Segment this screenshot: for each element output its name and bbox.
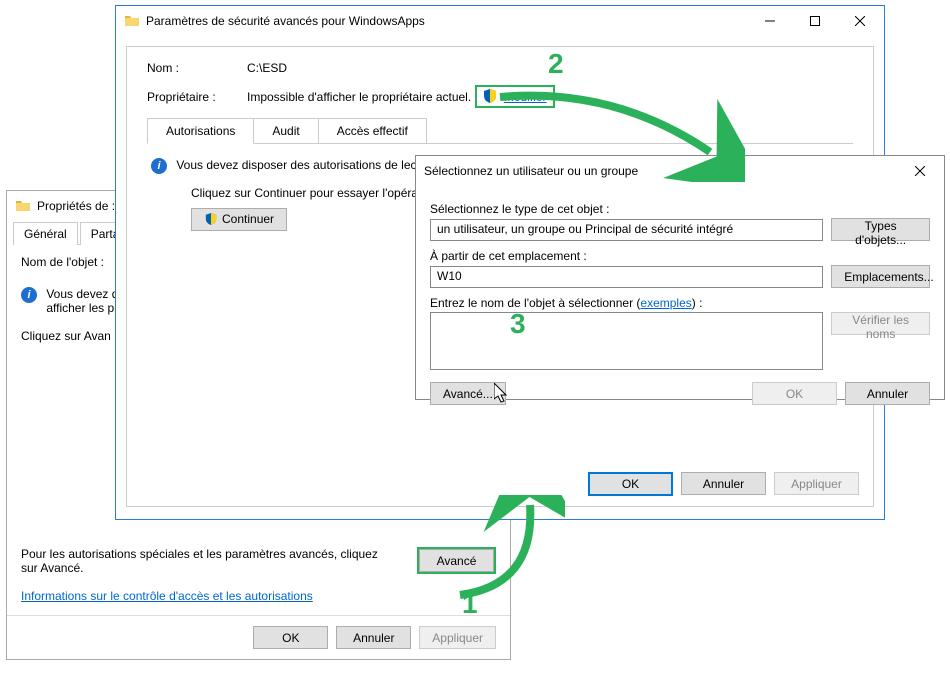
shield-icon: [483, 89, 497, 103]
cancel-button[interactable]: Annuler: [336, 626, 411, 649]
examples-link[interactable]: exemples: [640, 296, 691, 310]
name-label: Nom :: [147, 61, 247, 75]
location-label: À partir de cet emplacement :: [430, 249, 930, 263]
window-title: Sélectionnez un utilisateur ou un groupe: [424, 164, 897, 178]
tabstrip: Autorisations Audit Accès effectif: [147, 118, 853, 144]
read-permission-message: Vous devez disposer des autorisations de…: [176, 158, 447, 172]
location-field: W10: [430, 266, 823, 288]
tab-audit[interactable]: Audit: [253, 118, 318, 144]
ok-button[interactable]: OK: [588, 472, 673, 496]
apply-button: Appliquer: [774, 472, 859, 495]
tab-permissions[interactable]: Autorisations: [147, 118, 254, 144]
tab-general[interactable]: Général: [13, 222, 78, 245]
object-type-label: Sélectionnez le type de cet objet :: [430, 202, 930, 216]
object-name-label: Entrez le nom de l'objet à sélectionner …: [430, 296, 930, 310]
select-user-window: Sélectionnez un utilisateur ou un groupe…: [415, 155, 945, 400]
cancel-button[interactable]: Annuler: [681, 472, 766, 495]
name-value: C:\ESD: [247, 61, 287, 75]
close-button[interactable]: [897, 157, 942, 185]
ok-button[interactable]: OK: [253, 626, 328, 649]
minimize-button[interactable]: [747, 7, 792, 35]
owner-label: Propriétaire :: [147, 90, 247, 104]
advanced-button[interactable]: Avancé: [419, 549, 494, 572]
maximize-button[interactable]: [792, 7, 837, 35]
advanced-button[interactable]: Avancé...: [430, 382, 506, 405]
folder-icon: [15, 198, 31, 214]
change-owner-link[interactable]: Modifier: [504, 90, 547, 104]
locations-button[interactable]: Emplacements...: [831, 265, 930, 288]
special-permissions-text: Pour les autorisations spéciales et les …: [21, 547, 397, 575]
object-types-button[interactable]: Types d'objets...: [831, 218, 930, 241]
folder-icon: [124, 13, 140, 29]
cancel-button[interactable]: Annuler: [845, 382, 930, 405]
tab-effective-access[interactable]: Accès effectif: [318, 118, 427, 144]
object-type-field: un utilisateur, un groupe ou Principal d…: [430, 219, 823, 241]
window-title: Paramètres de sécurité avancés pour Wind…: [146, 14, 747, 28]
titlebar: Paramètres de sécurité avancés pour Wind…: [116, 6, 884, 36]
close-button[interactable]: [837, 7, 882, 35]
continue-button[interactable]: Continuer: [191, 208, 287, 231]
titlebar: Sélectionnez un utilisateur ou un groupe: [416, 156, 944, 186]
object-name-label: Nom de l'objet :: [21, 255, 104, 269]
shield-icon: [204, 213, 218, 227]
object-name-input[interactable]: [430, 312, 823, 370]
access-control-info-link[interactable]: Informations sur le contrôle d'accès et …: [21, 589, 313, 603]
apply-button: Appliquer: [419, 626, 496, 649]
check-names-button: Vérifier les noms: [831, 312, 930, 335]
ok-button: OK: [752, 382, 837, 405]
owner-value: Impossible d'afficher le propriétaire ac…: [247, 90, 471, 104]
info-icon: i: [21, 287, 37, 303]
info-icon: i: [151, 158, 167, 174]
